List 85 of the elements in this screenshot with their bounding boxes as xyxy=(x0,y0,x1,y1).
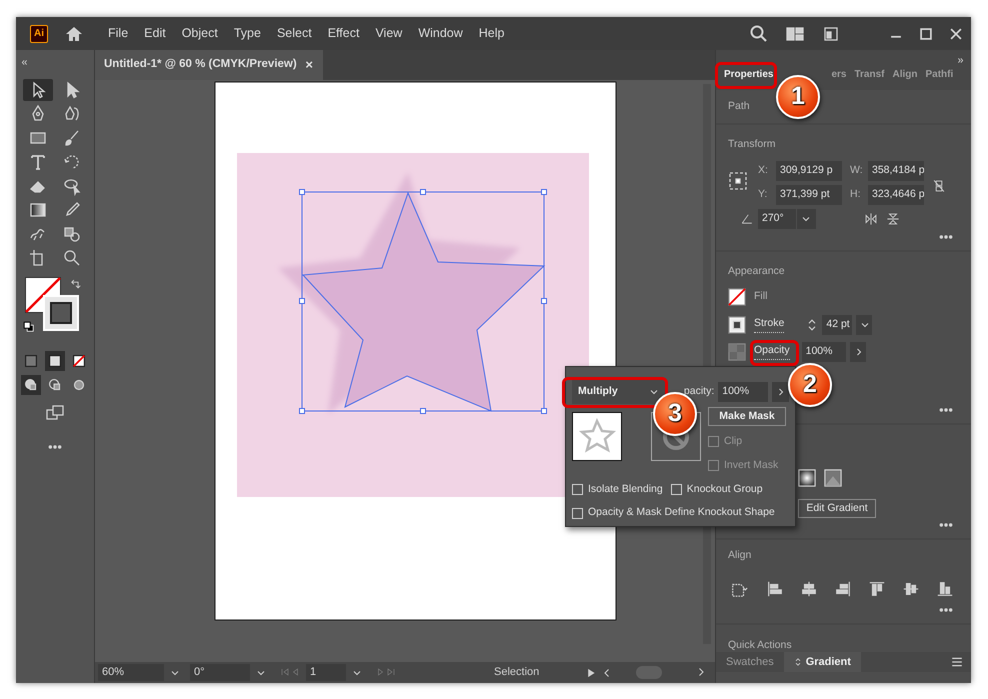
highlight-frame xyxy=(750,340,799,366)
height-field[interactable]: 323,4646 p xyxy=(868,184,924,205)
transparency-swatch-icon[interactable] xyxy=(728,342,746,361)
more-icon[interactable] xyxy=(48,444,62,449)
object-thumbnail[interactable] xyxy=(572,412,622,461)
option-checkbox[interactable]: Knockout Group xyxy=(670,482,763,498)
edit-gradient-button[interactable]: Edit Gradient xyxy=(798,499,876,518)
menu-item[interactable]: Object xyxy=(174,24,226,43)
document-title: Untitled-1* @ 60 % (CMYK/Preview) xyxy=(104,57,297,72)
zoom-dropdown[interactable]: 60% xyxy=(98,664,164,681)
align-center-icon[interactable] xyxy=(800,580,818,598)
more-icon[interactable] xyxy=(939,608,953,612)
stroke-link[interactable]: Stroke xyxy=(754,316,784,334)
expand-icon[interactable] xyxy=(956,56,965,64)
menu-item[interactable]: Effect xyxy=(320,24,368,43)
section-title: Path xyxy=(728,100,750,112)
opacity-menu-button[interactable] xyxy=(850,342,866,362)
stroke-swatch[interactable] xyxy=(43,294,79,330)
section-title: Align xyxy=(728,548,752,563)
angle-icon xyxy=(740,212,754,225)
align-right-icon[interactable] xyxy=(834,580,852,598)
close-tab-button[interactable]: × xyxy=(305,55,313,75)
zoom-icon xyxy=(62,248,82,268)
fill-label: Fill xyxy=(754,288,768,304)
field-label: Y: xyxy=(758,186,768,202)
blend-mode-dropdown[interactable]: Multiply xyxy=(572,379,665,404)
section-title: Transform xyxy=(728,137,776,152)
draw-mode-button[interactable] xyxy=(21,374,41,394)
stepper-icon xyxy=(794,657,802,667)
angle-field[interactable]: 270° xyxy=(758,208,796,229)
menu-item[interactable]: Edit xyxy=(136,24,174,43)
section-title: Appearance xyxy=(728,264,786,279)
document-tab[interactable]: Untitled-1* @ 60 % (CMYK/Preview) × xyxy=(95,50,323,80)
field-label: X: xyxy=(758,162,769,178)
align-bottom-icon[interactable] xyxy=(936,580,954,598)
rotation-dropdown[interactable]: 0° xyxy=(190,664,250,681)
opacity-field[interactable]: 100% xyxy=(718,382,768,402)
color-mode-button[interactable] xyxy=(45,350,65,370)
stroke-weight-dropdown[interactable] xyxy=(856,314,872,335)
opacity-field[interactable]: 100% xyxy=(802,342,846,362)
x-field[interactable]: 309,9129 p xyxy=(776,160,842,181)
angle-dropdown[interactable] xyxy=(797,208,816,229)
radial-gradient-icon[interactable] xyxy=(798,469,816,487)
play-icon[interactable] xyxy=(586,668,596,678)
opacity-menu-button[interactable] xyxy=(772,382,789,402)
stroke-weight-field[interactable]: 42 pt xyxy=(822,314,852,335)
stroke-swatch-icon[interactable] xyxy=(728,316,746,334)
field-label: W: xyxy=(849,162,864,178)
close-icon[interactable] xyxy=(949,26,963,40)
menu-item[interactable]: Type xyxy=(226,24,269,43)
field-label: H: xyxy=(849,186,862,202)
freeform-gradient-icon[interactable] xyxy=(824,469,842,487)
menu-item[interactable]: View xyxy=(367,24,410,43)
flip-horizontal-icon[interactable] xyxy=(864,212,878,226)
make-mask-button[interactable]: Make Mask xyxy=(708,407,786,426)
panel-tab[interactable]: Gradient xyxy=(784,652,861,672)
panel-tab[interactable]: Properties xyxy=(724,66,774,83)
align-top-icon[interactable] xyxy=(868,580,886,598)
more-icon[interactable] xyxy=(939,234,953,239)
app-logo[interactable]: Ai xyxy=(30,24,48,42)
panel-menu-icon[interactable] xyxy=(951,656,963,668)
highlight-frame xyxy=(715,62,777,89)
scroll-thumb[interactable] xyxy=(636,666,662,679)
more-icon[interactable] xyxy=(939,408,953,412)
menu-item[interactable]: File xyxy=(100,24,136,43)
artboard-dropdown[interactable]: 1 xyxy=(306,664,346,681)
more-icon[interactable] xyxy=(939,522,953,527)
opacity-link[interactable]: Opacity xyxy=(754,343,790,360)
tool-status: Selection xyxy=(494,665,540,680)
align-left-icon[interactable] xyxy=(766,580,784,598)
section-title: Quick Actions xyxy=(728,639,792,651)
search-icon[interactable] xyxy=(749,24,769,44)
flip-vertical-icon[interactable] xyxy=(886,212,900,226)
option-checkbox[interactable]: Isolate Blending xyxy=(572,482,663,498)
collapse-icon[interactable] xyxy=(20,58,29,66)
none-swatch-icon[interactable] xyxy=(728,288,746,306)
tool-button[interactable] xyxy=(23,78,53,100)
width-field[interactable]: 358,4184 p xyxy=(868,160,924,181)
default-colors-icon[interactable] xyxy=(23,320,35,333)
y-field[interactable]: 371,399 pt xyxy=(776,184,842,205)
option-checkbox[interactable]: Opacity & Mask Define Knockout Shape xyxy=(572,505,789,521)
menu-item[interactable]: Help xyxy=(470,24,512,43)
menu-item[interactable]: Select xyxy=(268,24,320,43)
maximize-icon[interactable] xyxy=(919,26,933,40)
menu-item[interactable]: Window xyxy=(410,24,471,43)
